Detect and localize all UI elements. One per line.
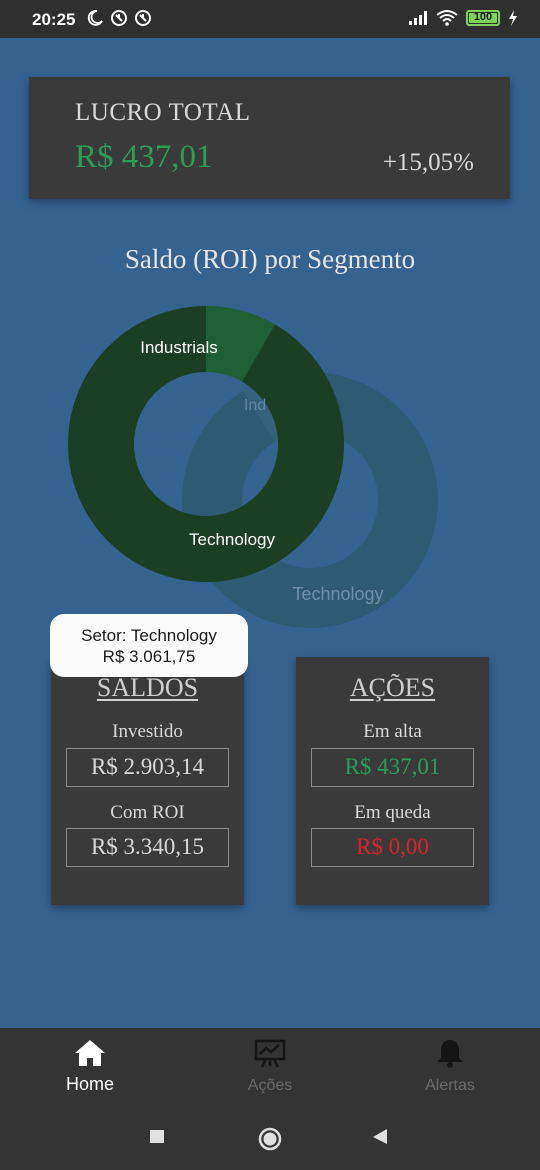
falling-value: R$ 0,00 [311,828,474,867]
rising-value: R$ 437,01 [311,748,474,787]
nav-label-alertas: Alertas [425,1077,475,1094]
slice-label-industrials: Industrials [140,338,217,357]
recents-square-icon[interactable] [149,1127,166,1144]
invested-label: Investido [112,721,183,742]
rising-label: Em alta [363,721,422,742]
ghost-slice-label-technology: Technology [292,584,383,604]
total-profit-card: LUCRO TOTAL R$ 437,01 +15,05% [29,77,510,199]
wifi-icon [436,10,458,26]
status-left-icons [86,9,152,27]
nav-item-acoes[interactable]: Ações [180,1028,360,1113]
tooltip-sector: Setor: Technology [81,626,217,645]
chart-tooltip: Setor: Technology R$ 3.061,75 [50,614,248,677]
nav-label-acoes: Ações [247,1077,293,1094]
bell-icon [437,1040,463,1068]
total-profit-value: R$ 437,01 [75,139,213,175]
total-profit-label: LUCRO TOTAL [75,99,251,126]
status-time: 20:25 [32,10,76,29]
back-triangle-icon[interactable] [371,1127,389,1145]
status-right-icons: 100 [408,9,518,26]
balances-title: SALDOS [96,673,199,702]
data-saver-icon [135,10,151,26]
tooltip-value: R$ 3.061,75 [102,647,196,666]
balances-panel: SALDOS Investido R$ 2.903,14 Com ROI R$ … [51,657,244,905]
bottom-nav: Home Ações Alertas [0,1028,540,1113]
battery-icon: 100 [466,9,500,26]
ghost-slice-label-industrials: Ind [244,397,266,414]
system-nav-bar [0,1113,540,1170]
falling-label: Em queda [354,802,431,823]
nav-item-home[interactable]: Home [0,1028,180,1113]
chart-board-icon [254,1039,286,1068]
signal-icon [409,10,427,25]
moon-icon [87,10,103,26]
roi-value: R$ 3.340,15 [66,828,229,867]
nav-label-home: Home [65,1074,114,1094]
charging-icon [509,9,517,26]
slice-label-technology: Technology [189,530,276,549]
roi-label: Com ROI [110,802,185,823]
stocks-title: AÇÕES [349,673,436,702]
segment-donut-chart[interactable]: Ind Technology Industrials Technology [0,290,540,635]
home-circle-icon[interactable] [257,1127,283,1153]
nav-item-alertas[interactable]: Alertas [360,1028,540,1113]
chart-title: Saldo (ROI) por Segmento [124,244,416,274]
home-icon [75,1040,105,1066]
stocks-panel: AÇÕES Em alta R$ 437,01 Em queda R$ 0,00 [296,657,489,905]
invested-value: R$ 2.903,14 [66,748,229,787]
battery-level: 100 [473,10,493,23]
status-bar: 20:25 100 [0,0,540,38]
data-saver-icon [111,10,127,26]
total-profit-percent: +15,05% [382,149,474,176]
